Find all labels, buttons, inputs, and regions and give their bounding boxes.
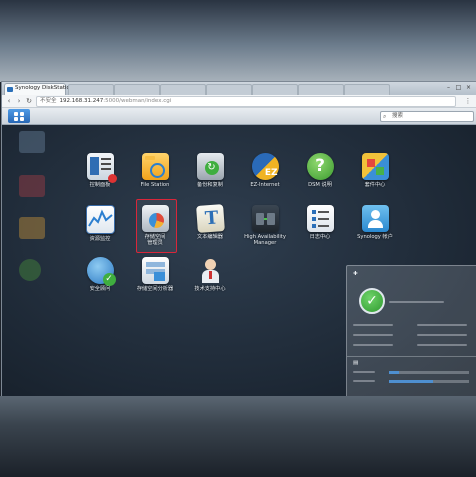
app-high-availability[interactable]: High Availability Manager bbox=[234, 205, 296, 247]
control-panel-icon bbox=[86, 153, 117, 183]
app-label: 文本编辑器 bbox=[197, 234, 223, 240]
app-control-panel[interactable]: 控制面板 bbox=[69, 153, 131, 188]
app-label: 套件中心 bbox=[364, 182, 386, 188]
app-label: 控制面板 bbox=[89, 182, 111, 188]
app-label: 存储空间分析器 bbox=[136, 286, 174, 292]
browser-tab-other[interactable] bbox=[160, 84, 206, 95]
browser-tab-other[interactable] bbox=[344, 84, 390, 95]
help-icon: ? bbox=[306, 153, 334, 180]
widget-text-line bbox=[353, 344, 393, 346]
browser-tab-other[interactable] bbox=[114, 84, 160, 95]
resource-monitor-icon bbox=[85, 205, 115, 234]
browser-tab-bar: Synology DiskStation – □ × bbox=[2, 82, 476, 96]
widget-text-line bbox=[353, 324, 393, 326]
text-editor-icon: T bbox=[195, 204, 225, 233]
app-label: 备份和复制 bbox=[197, 182, 223, 188]
storage-analyzer-icon bbox=[141, 257, 169, 284]
app-label: 技术支持中心 bbox=[194, 286, 226, 292]
widget-text-line bbox=[353, 371, 375, 373]
reload-button[interactable]: ↻ bbox=[24, 96, 34, 106]
app-file-station[interactable]: File Station bbox=[124, 153, 186, 188]
app-label: EZ-Internet bbox=[250, 182, 280, 188]
app-backup-replication[interactable]: ↻ 备份和复制 bbox=[179, 153, 241, 188]
url-path: :5000/webman/index.cgi bbox=[103, 98, 172, 104]
widget-text-line bbox=[417, 334, 467, 336]
app-label: High Availability Manager bbox=[244, 234, 286, 247]
backup-replication-icon: ↻ bbox=[196, 153, 224, 180]
app-dsm-help[interactable]: ? DSM 说明 bbox=[289, 153, 351, 188]
background-top bbox=[0, 0, 476, 82]
widget-text-line bbox=[417, 324, 467, 326]
support-center-icon bbox=[197, 257, 224, 284]
widget-text-line bbox=[417, 344, 467, 346]
app-security-advisor[interactable]: ✓ 安全顾问 bbox=[69, 257, 131, 292]
tab-title: Synology DiskStation bbox=[15, 85, 74, 91]
package-center-icon bbox=[361, 153, 389, 180]
log-center-icon bbox=[306, 205, 334, 232]
security-advisor-icon: ✓ bbox=[86, 257, 116, 286]
search-input[interactable]: ⌕ 搜索 bbox=[380, 111, 474, 122]
high-availability-icon bbox=[251, 205, 279, 232]
folder-icon bbox=[141, 153, 169, 180]
forward-button[interactable]: › bbox=[14, 96, 24, 106]
browser-menu-button[interactable]: ⋮ bbox=[464, 96, 472, 106]
app-label: Synology 帐户 bbox=[357, 234, 393, 240]
browser-tab-other[interactable] bbox=[298, 84, 344, 95]
app-support-center[interactable]: 技术支持中心 bbox=[179, 257, 241, 292]
widget-header: ✚ bbox=[353, 271, 358, 277]
browser-tab-other[interactable] bbox=[252, 84, 298, 95]
app-package-center[interactable]: 套件中心 bbox=[344, 153, 406, 188]
background-bottom bbox=[0, 396, 476, 477]
resource-widget-header: ▤ bbox=[353, 360, 359, 366]
maximize-button[interactable]: □ bbox=[454, 84, 463, 91]
app-ez-internet[interactable]: EZ EZ-Internet bbox=[234, 153, 296, 188]
app-label: 安全顾问 bbox=[89, 286, 111, 292]
desktop-shortcut-icon[interactable] bbox=[19, 259, 41, 281]
browser-tab-other[interactable] bbox=[206, 84, 252, 95]
app-label: 资源监控 bbox=[89, 236, 111, 242]
url-input[interactable]: 不安全 192.168.31.247:5000/webman/index.cgi bbox=[36, 96, 456, 107]
insecure-label: 不安全 bbox=[40, 98, 57, 104]
app-log-center[interactable]: 日志中心 bbox=[289, 205, 351, 240]
app-label: File Station bbox=[140, 182, 170, 188]
storage-manager-icon bbox=[141, 205, 169, 232]
desktop-shortcut-icon[interactable] bbox=[19, 175, 45, 197]
close-window-button[interactable]: × bbox=[464, 84, 473, 91]
app-synology-account[interactable]: Synology 帐户 bbox=[344, 205, 406, 240]
widget-text-line bbox=[389, 301, 444, 303]
dsm-taskbar: ⌕ 搜索 bbox=[2, 108, 476, 125]
ez-internet-icon: EZ bbox=[251, 153, 279, 180]
desktop-shortcut-icon[interactable] bbox=[19, 131, 45, 153]
app-resource-monitor[interactable]: 资源监控 bbox=[69, 205, 131, 242]
synology-favicon-icon bbox=[7, 87, 13, 92]
back-button[interactable]: ‹ bbox=[4, 96, 14, 106]
app-storage-analyzer[interactable]: 存储空间分析器 bbox=[124, 257, 186, 292]
main-menu-button[interactable] bbox=[8, 109, 30, 123]
browser-window: Synology DiskStation – □ × ‹ › ↻ 不安全 192.… bbox=[2, 82, 476, 439]
synology-account-icon bbox=[361, 205, 389, 232]
search-placeholder: 搜索 bbox=[392, 113, 404, 119]
url-host: 192.168.31.247 bbox=[59, 98, 104, 104]
browser-tab-other[interactable] bbox=[68, 84, 114, 95]
ram-usage-bar bbox=[389, 380, 469, 383]
widget-text-line bbox=[353, 380, 375, 382]
app-label: DSM 说明 bbox=[308, 182, 332, 188]
app-label: 日志中心 bbox=[309, 234, 331, 240]
desktop-shortcut-icon[interactable] bbox=[19, 217, 45, 239]
dsm-desktop: 控制面板 File Station ↻ 备份和复制 EZ EZ-Internet… bbox=[2, 125, 476, 439]
cpu-usage-bar bbox=[389, 371, 469, 374]
app-storage-manager[interactable]: 存储空间 管理员 bbox=[124, 199, 186, 253]
minimize-button[interactable]: – bbox=[444, 84, 453, 91]
status-ok-icon: ✓ bbox=[359, 288, 385, 314]
address-bar: ‹ › ↻ 不安全 192.168.31.247:5000/webman/inde… bbox=[2, 95, 476, 108]
widget-text-line bbox=[353, 334, 393, 336]
app-text-editor[interactable]: T 文本编辑器 bbox=[179, 204, 241, 240]
search-icon: ⌕ bbox=[383, 113, 387, 120]
